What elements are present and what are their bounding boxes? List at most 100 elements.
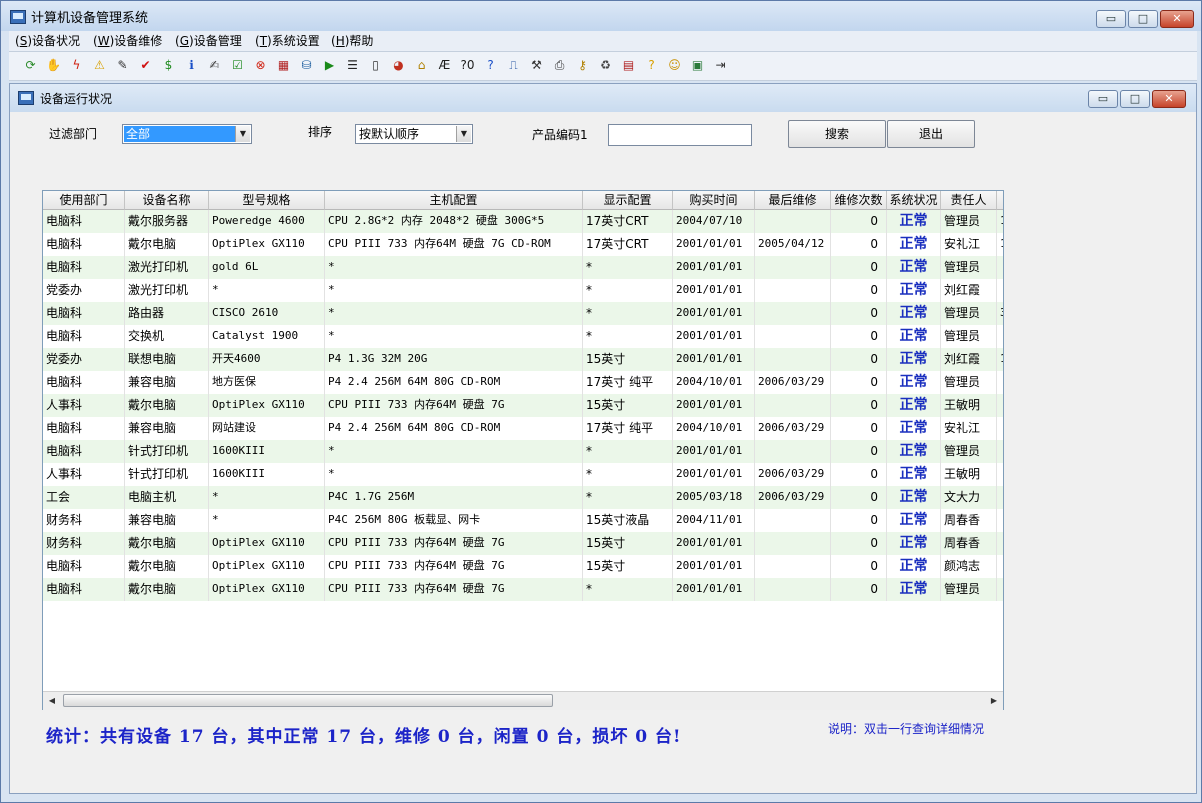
table-cell: * <box>583 486 673 509</box>
printer-icon[interactable]: ⎙ <box>550 56 569 75</box>
grid-icon[interactable]: ▦ <box>274 56 293 75</box>
table-cell: 0 <box>831 371 887 394</box>
table-cell <box>755 509 831 532</box>
column-header[interactable]: 购买时间 <box>673 191 755 210</box>
column-header[interactable]: 最后维修 <box>755 191 831 210</box>
product-code-input[interactable] <box>608 124 752 146</box>
table-cell: 网站建设 <box>209 417 325 440</box>
menu-equipment-status[interactable]: (S)设备状况 <box>15 33 80 49</box>
scroll-thumb[interactable] <box>63 694 553 707</box>
list-icon[interactable]: ☰ <box>343 56 362 75</box>
table-row[interactable]: 党委办 联想电脑 开天4600 P4 1.3G 32M 20G 15英寸 2001/01/… <box>43 348 1003 371</box>
scroll-left-icon[interactable]: ◀ <box>45 694 59 708</box>
table-row[interactable]: 电脑科 针式打印机 1600KIII * * 2001/01/01 0 正常 管理员 <box>43 440 1003 463</box>
table-row[interactable]: 财务科 戴尔电脑 OptiPlex GX110 CPU PIII 733 内存64M … <box>43 532 1003 555</box>
table-row[interactable]: 党委办 激光打印机 * * * 2001/01/01 0 正常 刘红霞 <box>43 279 1003 302</box>
table-cell: 王敏明 <box>941 463 997 486</box>
table-cell: 2001/01/01 <box>673 555 755 578</box>
table-cell: 财务科 <box>43 532 125 555</box>
check-icon[interactable]: ✔ <box>136 56 155 75</box>
table-row[interactable]: 财务科 兼容电脑 * P4C 256M 80G 板载显、网卡 15英寸液晶 2004/11… <box>43 509 1003 532</box>
hand-icon[interactable]: ✋ <box>44 56 63 75</box>
menu-help[interactable]: (H)帮助 <box>331 33 373 49</box>
help-icon[interactable]: ? <box>481 56 500 75</box>
department-filter-select[interactable]: 全部 ▼ <box>122 124 252 144</box>
column-header[interactable]: 型号规格 <box>209 191 325 210</box>
font-icon[interactable]: Æ <box>435 56 454 75</box>
menu-key: T <box>259 34 268 48</box>
tools-icon[interactable]: ⚒ <box>527 56 546 75</box>
column-header[interactable]: 使用部门 <box>43 191 125 210</box>
column-header[interactable]: 备注 <box>997 191 1003 210</box>
exit-button[interactable]: 退出 <box>887 120 975 148</box>
warning-icon[interactable]: ⚠ <box>90 56 109 75</box>
column-header[interactable]: 设备名称 <box>125 191 209 210</box>
number-icon[interactable]: ?0 <box>458 56 477 75</box>
minimize-button[interactable]: ▭ <box>1096 10 1126 28</box>
refresh-icon[interactable]: ⟳ <box>21 56 40 75</box>
child-title-bar[interactable]: 设备运行状况 ▭ □ ✕ <box>10 84 1196 112</box>
key-icon[interactable]: ⚷ <box>573 56 592 75</box>
table-row[interactable]: 电脑科 戴尔服务器 Poweredge 4600 CPU 2.8G*2 内存 2048… <box>43 210 1003 233</box>
table-row[interactable]: 工会 电脑主机 * P4C 1.7G 256M * 2005/03/18 2006/03/2… <box>43 486 1003 509</box>
table-row[interactable]: 电脑科 兼容电脑 地方医保 P4 2.4 256M 64M 80G CD-ROM 17英… <box>43 371 1003 394</box>
equipment-status-window: 设备运行状况 ▭ □ ✕ 过滤部门 全部 ▼ 排序 按默认顺序 ▼ 产品编码1 … <box>9 83 1197 794</box>
chevron-down-icon[interactable]: ▼ <box>235 126 250 142</box>
scroll-right-icon[interactable]: ▶ <box>987 694 1001 708</box>
main-title-bar[interactable]: 计算机设备管理系统 ▭ □ ✕ <box>1 1 1201 31</box>
equipment-grid[interactable]: 使用部门设备名称型号规格主机配置显示配置购买时间最后维修维修次数系统状况责任人备… <box>42 190 1004 710</box>
book-icon[interactable]: ▯ <box>366 56 385 75</box>
menu-system-settings[interactable]: (T)系统设置 <box>255 33 320 49</box>
column-header[interactable]: 系统状况 <box>887 191 941 210</box>
table-row[interactable]: 人事科 针式打印机 1600KIII * * 2001/01/01 2006/03/29 0 正… <box>43 463 1003 486</box>
lightning-icon[interactable]: ϟ <box>67 56 86 75</box>
info-icon[interactable]: ℹ <box>182 56 201 75</box>
table-row[interactable]: 电脑科 兼容电脑 网站建设 P4 2.4 256M 64M 80G CD-ROM 17英… <box>43 417 1003 440</box>
close-button[interactable]: ✕ <box>1160 10 1194 28</box>
child-minimize-button[interactable]: ▭ <box>1088 90 1118 108</box>
column-header[interactable]: 维修次数 <box>831 191 887 210</box>
database-icon[interactable]: ⛁ <box>297 56 316 75</box>
smiley-icon[interactable]: ☺ <box>665 56 684 75</box>
sort-select[interactable]: 按默认顺序 ▼ <box>355 124 473 144</box>
table-row[interactable]: 电脑科 戴尔电脑 OptiPlex GX110 CPU PIII 733 内存64M … <box>43 555 1003 578</box>
column-header[interactable]: 责任人 <box>941 191 997 210</box>
edit-icon[interactable]: ✎ <box>113 56 132 75</box>
menu-equipment-management[interactable]: (G)设备管理 <box>175 33 242 49</box>
question-icon[interactable]: ? <box>642 56 661 75</box>
report-icon[interactable]: ⎍ <box>504 56 523 75</box>
check-doc-icon[interactable]: ☑ <box>228 56 247 75</box>
forward-icon[interactable]: ▶ <box>320 56 339 75</box>
table-cell: 2001/01/01 <box>673 440 755 463</box>
menu-equipment-repair[interactable]: (W)设备维修 <box>93 33 162 49</box>
table-row[interactable]: 人事科 戴尔电脑 OptiPlex GX110 CPU PIII 733 内存64M … <box>43 394 1003 417</box>
trash-icon[interactable]: ♻ <box>596 56 615 75</box>
table-row[interactable]: 电脑科路由器CISCO 2610**2001/01/010正常管理员3 <box>43 302 1003 325</box>
table-row[interactable]: 电脑科 交换机 Catalyst 1900 * * 2001/01/01 0 正常 管理员 <box>43 325 1003 348</box>
edit-doc-icon[interactable]: ✍ <box>205 56 224 75</box>
horizontal-scrollbar[interactable]: ◀ ▶ <box>43 691 1003 710</box>
tag-icon[interactable]: ⌂ <box>412 56 431 75</box>
table-cell: 2006/03/29 <box>755 463 831 486</box>
table-cell: 0 <box>831 325 887 348</box>
maximize-button[interactable]: □ <box>1128 10 1158 28</box>
table-row[interactable]: 电脑科 戴尔电脑 OptiPlex GX110 CPU PIII 733 内存64M … <box>43 233 1003 256</box>
chevron-down-icon[interactable]: ▼ <box>456 126 471 142</box>
table-cell: 0 <box>831 210 887 233</box>
menu-label: 帮助 <box>349 34 374 48</box>
money-bag-icon[interactable]: $ <box>159 56 178 75</box>
table-row[interactable]: 电脑科 激光打印机 gold 6L * * 2001/01/01 0 正常 管理员 <box>43 256 1003 279</box>
table-cell <box>997 463 1003 486</box>
picture-icon[interactable]: ▣ <box>688 56 707 75</box>
column-header[interactable]: 显示配置 <box>583 191 673 210</box>
calendar-icon[interactable]: ▤ <box>619 56 638 75</box>
search-button[interactable]: 搜索 <box>788 120 886 148</box>
table-cell: 2005/03/18 <box>673 486 755 509</box>
child-close-button[interactable]: ✕ <box>1152 90 1186 108</box>
cancel-icon[interactable]: ⊗ <box>251 56 270 75</box>
exit-icon[interactable]: ⇥ <box>711 56 730 75</box>
child-maximize-button[interactable]: □ <box>1120 90 1150 108</box>
table-row[interactable]: 电脑科 戴尔电脑 OptiPlex GX110 CPU PIII 733 内存64M … <box>43 578 1003 601</box>
pie-chart-icon[interactable]: ◕ <box>389 56 408 75</box>
column-header[interactable]: 主机配置 <box>325 191 583 210</box>
